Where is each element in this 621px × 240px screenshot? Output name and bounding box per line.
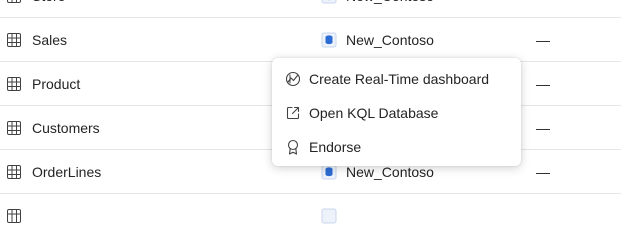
table-icon — [7, 77, 21, 91]
table-icon — [7, 0, 21, 3]
menu-item-label: Open KQL Database — [309, 105, 439, 121]
empty-value: — — [536, 32, 550, 48]
menu-item-label: Create Real-Time dashboard — [309, 71, 490, 87]
empty-value: — — [536, 164, 550, 180]
row-name[interactable]: Customers — [32, 106, 100, 150]
table-row[interactable]: Sales New_Contoso — — [0, 18, 621, 62]
table-icon — [7, 209, 21, 223]
kql-database-icon — [321, 164, 337, 180]
table-row[interactable] — [0, 194, 621, 238]
empty-value: — — [536, 120, 550, 136]
location-label[interactable]: New_Contoso — [346, 18, 434, 62]
kql-database-icon — [321, 208, 337, 224]
empty-value: — — [536, 76, 550, 92]
table-row[interactable]: Store New_Contoso — [0, 0, 621, 18]
menu-item-create-realtime-dashboard[interactable]: Create Real-Time dashboard — [272, 62, 521, 96]
kql-database-icon — [321, 0, 337, 4]
realtime-dashboard-icon — [285, 71, 301, 87]
table-icon — [7, 165, 21, 179]
location-label[interactable]: New_Contoso — [346, 0, 434, 18]
open-external-icon — [286, 106, 300, 120]
endorse-ribbon-icon — [287, 139, 299, 155]
menu-item-label: Endorse — [309, 139, 362, 155]
table-icon — [7, 121, 21, 135]
menu-item-open-kql-database[interactable]: Open KQL Database — [272, 96, 521, 130]
table-icon — [7, 33, 21, 47]
kql-database-icon — [321, 32, 337, 48]
row-name[interactable]: Sales — [32, 18, 67, 62]
row-name[interactable]: Store — [32, 0, 65, 18]
context-menu: Create Real-Time dashboard Open KQL Data… — [272, 58, 521, 166]
menu-item-endorse[interactable]: Endorse — [272, 130, 521, 164]
row-name[interactable]: OrderLines — [32, 150, 101, 194]
row-name[interactable]: Product — [32, 62, 80, 106]
